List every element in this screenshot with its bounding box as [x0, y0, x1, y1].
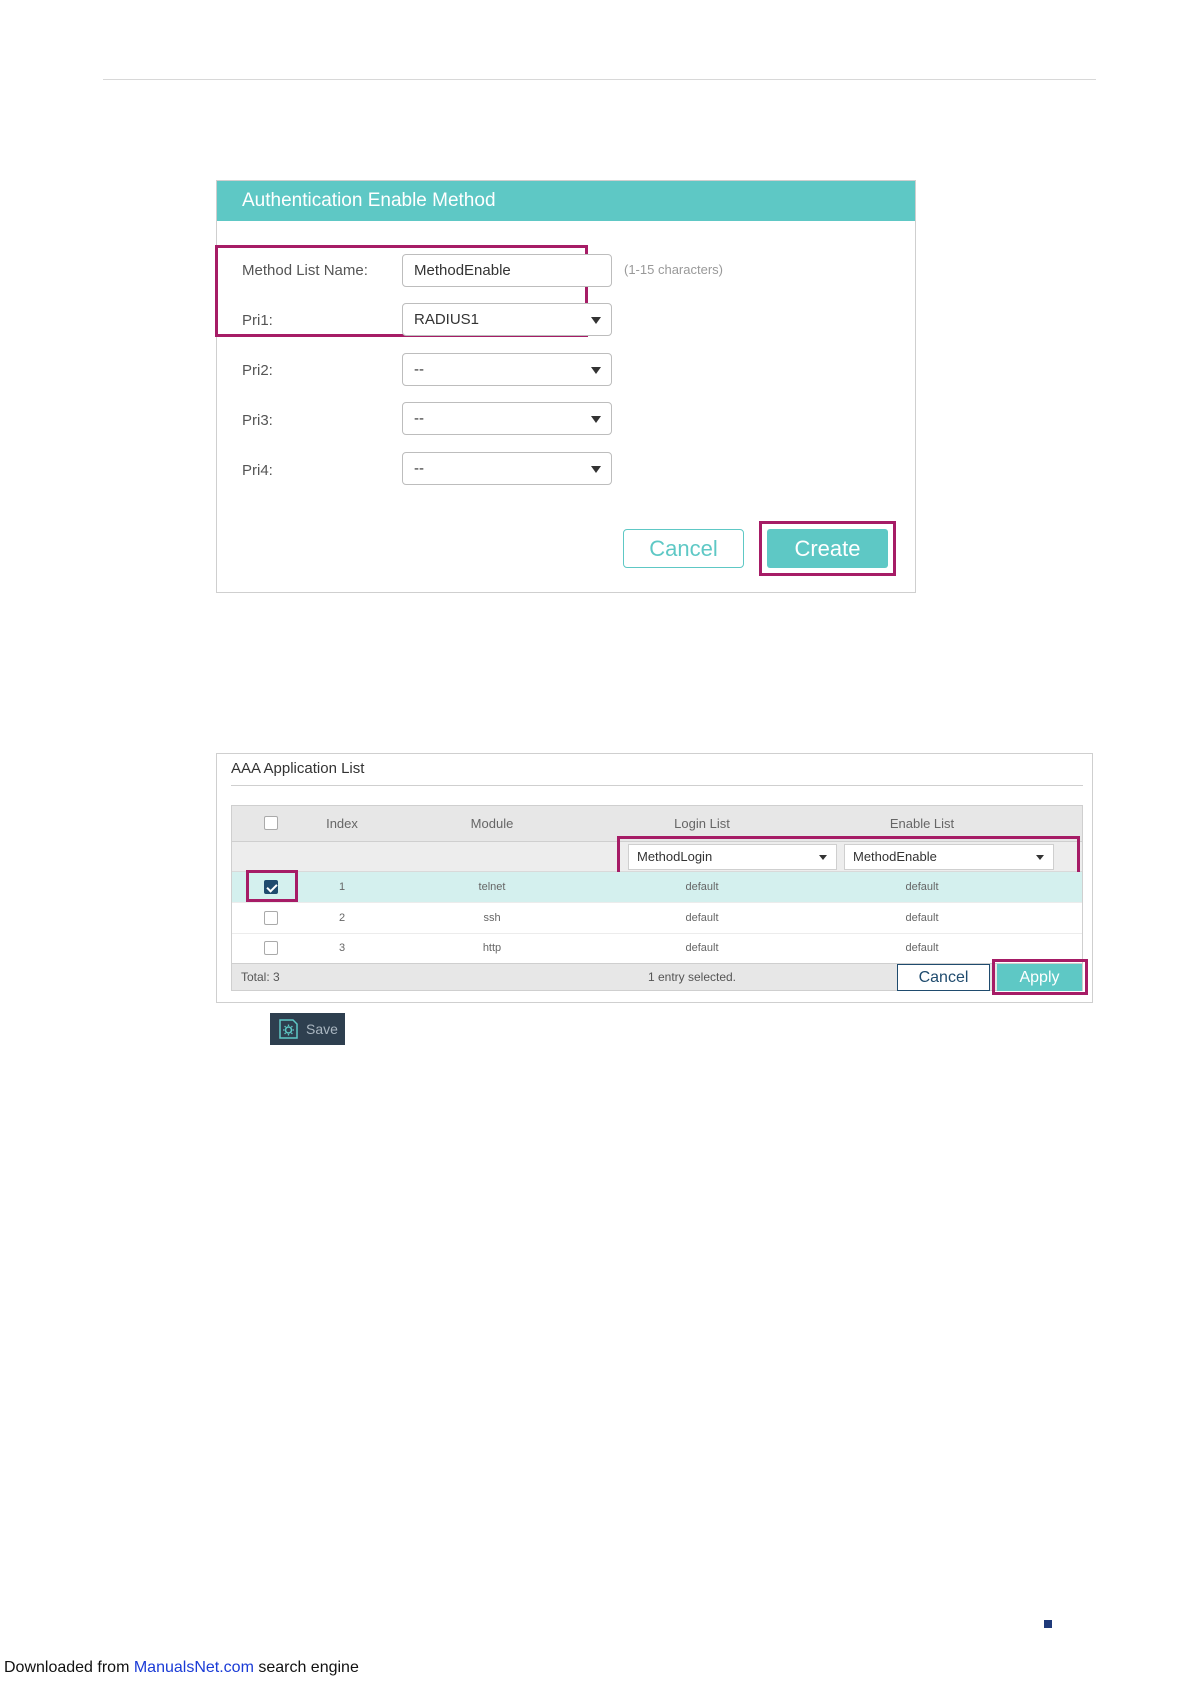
cell-index: 1	[338, 881, 346, 893]
cell-enable-list: default	[905, 912, 939, 924]
create-button[interactable]: Create	[767, 529, 888, 568]
column-header-module: Module	[470, 816, 514, 831]
filter-row: MethodLogin MethodEnable	[232, 842, 1082, 872]
login-list-filter-select[interactable]: MethodLogin	[628, 844, 837, 870]
enable-list-filter-select[interactable]: MethodEnable	[844, 844, 1054, 870]
cell-login-list: default	[685, 912, 719, 924]
chevron-down-icon	[1036, 855, 1044, 860]
footer-text: Downloaded from ManualsNet.com search en…	[4, 1659, 359, 1677]
cell-module: telnet	[478, 881, 506, 893]
panel-title: AAA Application List	[231, 760, 365, 777]
cell-enable-list: default	[905, 881, 939, 893]
pri2-label: Pri2:	[242, 362, 273, 379]
table-row[interactable]: 3 http default default	[232, 933, 1082, 964]
table-row[interactable]: 1 telnet default default	[232, 872, 1082, 903]
page-marker	[1044, 1620, 1052, 1628]
column-header-index: Index	[326, 816, 358, 831]
panel-title: Authentication Enable Method	[217, 181, 915, 221]
total-count: Total: 3	[241, 970, 280, 984]
enable-list-filter-value: MethodEnable	[853, 849, 937, 864]
footer-suffix: search engine	[253, 1659, 359, 1676]
table-cancel-button[interactable]: Cancel	[897, 964, 990, 991]
apply-button[interactable]: Apply	[997, 964, 1082, 991]
cell-index: 3	[338, 942, 346, 954]
method-list-name-input[interactable]: MethodEnable	[402, 254, 612, 287]
chevron-down-icon	[591, 317, 601, 324]
chevron-down-icon	[819, 855, 827, 860]
cell-enable-list: default	[905, 942, 939, 954]
pri3-select[interactable]: --	[402, 402, 612, 435]
pri4-select[interactable]: --	[402, 452, 612, 485]
save-gear-icon	[279, 1019, 298, 1039]
select-all-checkbox[interactable]	[264, 816, 278, 830]
cell-login-list: default	[685, 881, 719, 893]
save-label: Save	[306, 1021, 338, 1037]
save-button[interactable]: Save	[270, 1013, 345, 1045]
pri1-select[interactable]: RADIUS1	[402, 303, 612, 336]
cell-module: ssh	[483, 912, 501, 924]
cell-index: 2	[338, 912, 346, 924]
table-row[interactable]: 2 ssh default default	[232, 903, 1082, 934]
cell-login-list: default	[685, 942, 719, 954]
row-checkbox[interactable]	[264, 880, 278, 894]
method-list-name-label: Method List Name:	[242, 262, 368, 279]
pri4-value: --	[414, 460, 424, 477]
pri3-value: --	[414, 410, 424, 427]
selection-status: 1 entry selected.	[647, 970, 737, 984]
top-divider	[103, 79, 1096, 80]
aaa-application-table: Index Module Login List Enable List Meth…	[231, 805, 1088, 995]
pri2-select[interactable]: --	[402, 353, 612, 386]
cell-module: http	[482, 942, 502, 954]
column-header-enable-list: Enable List	[889, 816, 955, 831]
chevron-down-icon	[591, 416, 601, 423]
cancel-button[interactable]: Cancel	[623, 529, 744, 568]
row-checkbox[interactable]	[264, 941, 278, 955]
method-list-name-hint: (1-15 characters)	[624, 262, 723, 277]
title-divider	[231, 785, 1083, 786]
table-header: Index Module Login List Enable List	[232, 806, 1082, 842]
chevron-down-icon	[591, 466, 601, 473]
row-checkbox[interactable]	[264, 911, 278, 925]
column-header-login-list: Login List	[674, 816, 730, 831]
pri1-label: Pri1:	[242, 312, 273, 329]
footer-link[interactable]: ManualsNet.com	[134, 1659, 254, 1676]
pri1-value: RADIUS1	[414, 311, 480, 328]
authentication-enable-method-panel: Authentication Enable Method Method List…	[215, 180, 916, 593]
login-list-filter-value: MethodLogin	[637, 849, 713, 864]
aaa-application-list-panel: AAA Application List Index Module Login …	[216, 753, 1093, 1003]
table-footer: Total: 3 1 entry selected. Cancel Apply	[232, 963, 1082, 991]
pri2-value: --	[414, 361, 424, 378]
pri4-label: Pri4:	[242, 462, 273, 479]
pri3-label: Pri3:	[242, 412, 273, 429]
chevron-down-icon	[591, 367, 601, 374]
footer-prefix: Downloaded from	[4, 1659, 134, 1676]
